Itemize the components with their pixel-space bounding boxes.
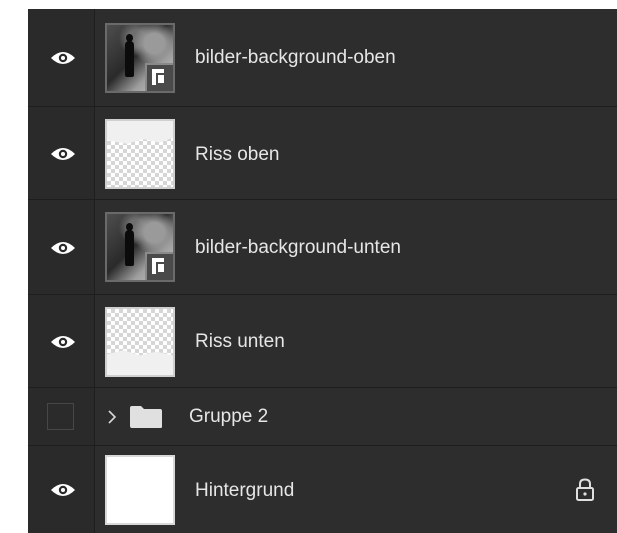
visibility-toggle-empty[interactable] (47, 403, 74, 430)
eye-icon[interactable] (50, 50, 76, 66)
smart-object-badge (145, 63, 173, 91)
chevron-right-icon[interactable] (107, 409, 117, 425)
eye-icon[interactable] (50, 240, 76, 256)
visibility-column (28, 9, 95, 106)
smart-object-badge (145, 252, 173, 280)
eye-icon[interactable] (50, 482, 76, 498)
thumbnail-figure (125, 34, 134, 77)
layer-name[interactable]: Riss oben (195, 144, 280, 166)
lock-icon[interactable] (575, 478, 595, 502)
visibility-column (28, 200, 95, 294)
layer-thumbnail[interactable] (105, 307, 175, 377)
layer-name[interactable]: bilder-background-oben (195, 47, 396, 69)
visibility-column (28, 388, 95, 445)
visibility-column (28, 107, 95, 199)
layer-name[interactable]: bilder-background-unten (195, 237, 401, 259)
layer-thumbnail[interactable] (105, 212, 175, 282)
visibility-column (28, 446, 95, 533)
thumbnail-edge (107, 350, 173, 375)
smart-object-icon (152, 69, 166, 85)
layer-name[interactable]: Riss unten (195, 331, 285, 353)
layer-row[interactable]: Riss oben (28, 107, 617, 200)
group-name[interactable]: Gruppe 2 (189, 406, 268, 428)
visibility-column (28, 295, 95, 387)
layer-row[interactable]: bilder-background-oben (28, 9, 617, 107)
group-row[interactable]: Gruppe 2 (28, 388, 617, 446)
eye-icon[interactable] (50, 334, 76, 350)
layer-thumbnail[interactable] (105, 23, 175, 93)
layer-row[interactable]: Hintergrund (28, 446, 617, 533)
layer-thumbnail[interactable] (105, 455, 175, 525)
layer-row[interactable]: bilder-background-unten (28, 200, 617, 295)
layer-thumbnail[interactable] (105, 119, 175, 189)
layer-row[interactable]: Riss unten (28, 295, 617, 388)
thumbnail-edge (107, 121, 173, 144)
thumbnail-figure (125, 223, 134, 266)
smart-object-icon (152, 258, 166, 274)
folder-icon (130, 406, 162, 428)
layer-name[interactable]: Hintergrund (195, 480, 294, 502)
layers-panel: bilder-background-oben Riss oben bilder-… (28, 9, 617, 533)
eye-icon[interactable] (50, 146, 76, 162)
